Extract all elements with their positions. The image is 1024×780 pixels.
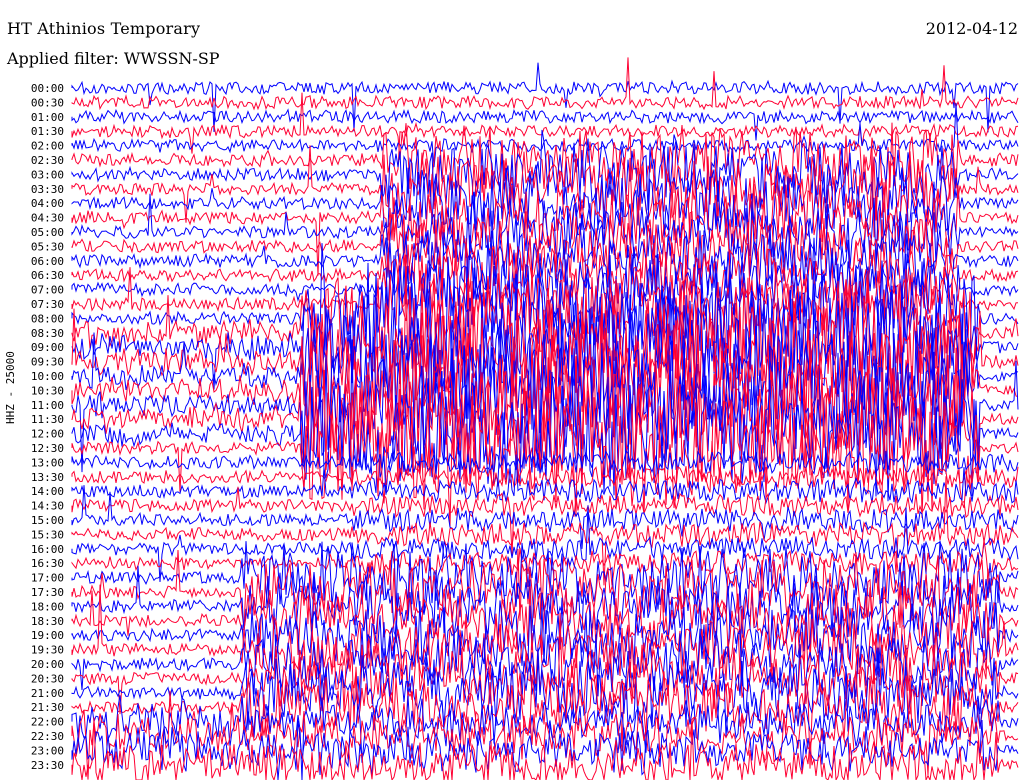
row-label-1100: 11:00	[31, 399, 64, 412]
row-label-1330: 13:30	[31, 471, 64, 484]
row-label-1930: 19:30	[31, 644, 64, 657]
row-label-1600: 16:00	[31, 543, 64, 556]
row-label-1130: 11:30	[31, 413, 64, 426]
row-label-0430: 04:30	[31, 212, 64, 225]
row-label-2130: 21:30	[31, 701, 64, 714]
row-label-1900: 19:00	[31, 629, 64, 642]
row-label-1430: 14:30	[31, 500, 64, 513]
filter-label: Applied filter: WWSSN-SP	[7, 49, 220, 68]
row-label-1400: 14:00	[31, 485, 64, 498]
row-label-0330: 03:30	[31, 183, 64, 196]
station-title: HT Athinios Temporary	[7, 19, 201, 38]
row-label-0830: 08:30	[31, 327, 64, 340]
y-axis-label: HHZ - 25000	[4, 351, 17, 424]
row-label-0000: 00:00	[31, 82, 64, 95]
trace-layer	[71, 57, 1019, 780]
row-label-1800: 18:00	[31, 600, 64, 613]
row-label-layer: 00:0000:30 01:0001:30 02:0002:3003:00 03:30…	[31, 82, 64, 772]
row-label-1530: 15:30	[31, 528, 64, 541]
row-label-1700: 17:00	[31, 572, 64, 585]
row-label-0130: 01:30	[31, 125, 64, 138]
row-label-1000: 10:00	[31, 370, 64, 383]
row-label-2300: 23:00	[31, 744, 64, 757]
row-label-2200: 22:00	[31, 716, 64, 729]
row-label-0700: 07:00	[31, 284, 64, 297]
row-label-0030: 00:30	[31, 96, 64, 109]
row-label-0900: 09:00	[31, 341, 64, 354]
row-label-0400: 04:00	[31, 197, 64, 210]
row-label-1500: 15:00	[31, 514, 64, 527]
row-label-2100: 21:00	[31, 687, 64, 700]
row-label-1030: 10:30	[31, 384, 64, 397]
helicorder-plot: 00:0000:30 01:0001:30 02:0002:3003:00 03:30…	[31, 57, 1019, 780]
row-label-1630: 16:30	[31, 557, 64, 570]
date-label: 2012-04-12	[925, 19, 1018, 38]
row-label-2330: 23:30	[31, 759, 64, 772]
row-label-2030: 20:30	[31, 672, 64, 685]
row-label-0100: 01:00	[31, 111, 64, 124]
row-label-0500: 05:00	[31, 226, 64, 239]
row-label-0730: 07:30	[31, 298, 64, 311]
row-label-1300: 13:00	[31, 456, 64, 469]
row-label-0930: 09:30	[31, 356, 64, 369]
row-label-0530: 05:30	[31, 240, 64, 253]
row-label-1200: 12:00	[31, 428, 64, 441]
row-label-1830: 18:30	[31, 615, 64, 628]
row-label-1230: 12:30	[31, 442, 64, 455]
row-label-2230: 22:30	[31, 730, 64, 743]
row-label-0230: 02:30	[31, 154, 64, 167]
row-label-0200: 02:00	[31, 140, 64, 153]
row-label-0630: 06:30	[31, 269, 64, 282]
row-label-0600: 06:00	[31, 255, 64, 268]
row-label-0800: 08:00	[31, 312, 64, 325]
row-label-1730: 17:30	[31, 586, 64, 599]
row-label-0300: 03:00	[31, 168, 64, 181]
trace-row-2100	[71, 654, 1019, 738]
row-label-2000: 20:00	[31, 658, 64, 671]
